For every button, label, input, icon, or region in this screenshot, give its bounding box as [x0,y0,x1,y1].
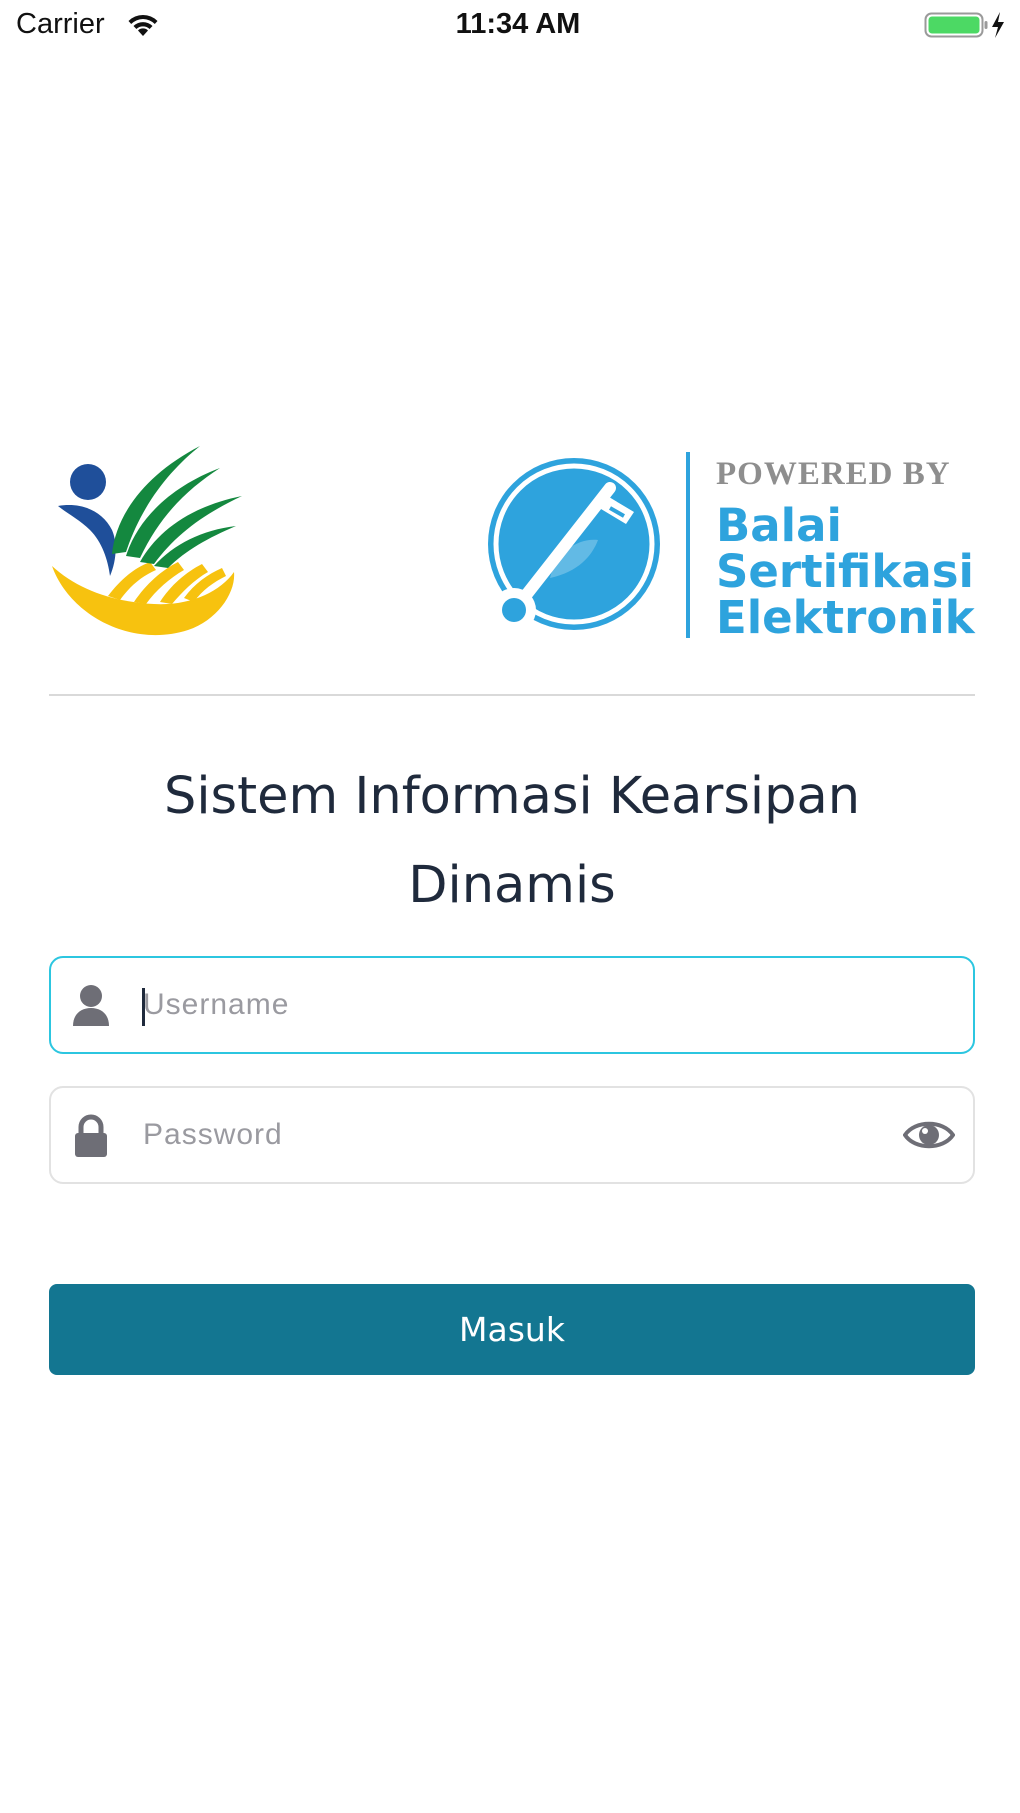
page-title: Sistem Informasi Kearsipan Dinamis [49,752,975,930]
text-cursor [142,988,145,1026]
separator [49,694,975,696]
login-button[interactable]: Masuk [49,1284,975,1375]
page-title-line-1: Sistem Informasi Kearsipan [163,767,861,826]
lock-icon [75,1114,107,1157]
powered-by-label: POWERED BY [716,456,951,492]
login-screen: Carrier 11:34 AM POWERED BY Balai Sertif… [0,0,1020,1813]
password-field[interactable] [49,1086,975,1184]
bse-name-line-1: Balai [716,499,842,552]
password-input[interactable] [143,1088,883,1182]
kemensos-logo [52,446,242,636]
page-title-line-2: Dinamis [408,856,616,915]
clock: 11:34 AM [455,8,581,40]
bse-name-line-3: Elektronik [716,591,975,644]
username-field[interactable] [49,956,975,1054]
user-icon [73,985,109,1026]
bse-key-logo [484,454,664,634]
charging-bolt-icon [992,12,1004,38]
bse-divider [686,452,690,638]
status-bar: Carrier 11:34 AM [0,0,1020,52]
battery-icon [924,12,1004,38]
bse-name-line-2: Sertifikasi [716,545,974,598]
eye-icon[interactable] [903,1114,955,1156]
username-input[interactable] [143,958,883,1052]
